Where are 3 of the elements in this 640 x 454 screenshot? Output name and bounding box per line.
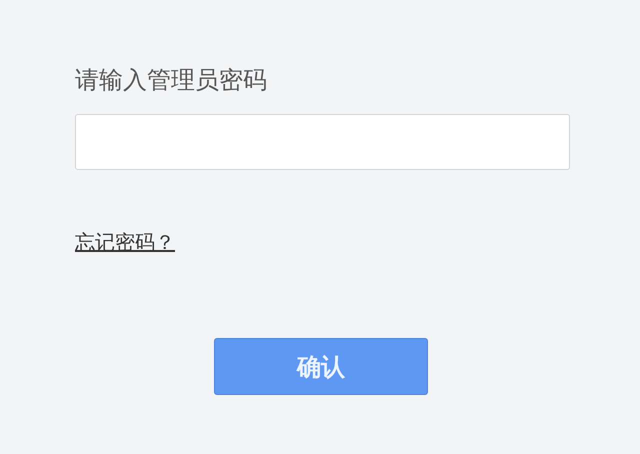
password-field[interactable] (75, 114, 570, 170)
prompt-label: 请输入管理员密码 (75, 65, 268, 96)
forgot-password-link[interactable]: 忘记密码？ (75, 228, 175, 256)
